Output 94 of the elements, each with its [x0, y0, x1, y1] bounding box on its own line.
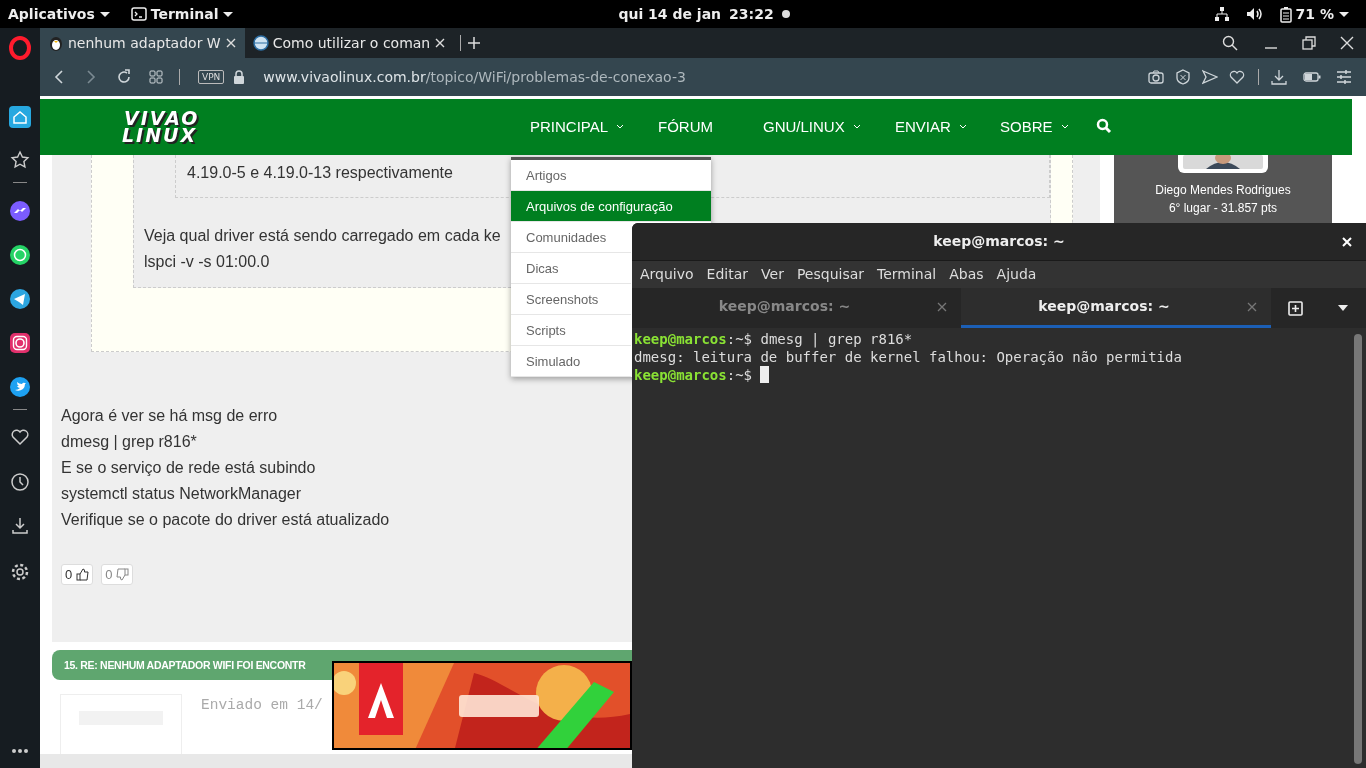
output-line: dmesg: leitura de buffer de kernel falhou: Operação não permitida	[634, 348, 1183, 366]
search-icon[interactable]	[1222, 35, 1238, 51]
quote-text: Veja qual driver está sendo carregado em cada ke	[144, 225, 501, 246]
post-date: Enviado em 14/	[201, 696, 323, 716]
clock[interactable]: qui 14 de jan 23:22	[618, 3, 850, 25]
reload-icon[interactable]	[116, 69, 132, 86]
terminal-tab[interactable]: keep@marcos: ~	[632, 288, 961, 328]
prompt-line: keep@marcos:~$ dmesg | grep r816*	[634, 330, 914, 348]
menu-item[interactable]: Pesquisar	[796, 264, 865, 285]
more-icon[interactable]	[11, 748, 29, 754]
window-title: keep@marcos: ~	[932, 232, 1066, 251]
menu-item[interactable]: Scripts	[511, 315, 631, 346]
menu-item[interactable]: Arquivos de configuração	[511, 191, 711, 222]
easy-setup-icon[interactable]	[1336, 69, 1352, 86]
dislike-button[interactable]: 0	[101, 563, 134, 585]
close-icon[interactable]	[434, 37, 447, 49]
penguin-icon	[48, 35, 64, 51]
prompt-line: keep@marcos:~$	[634, 366, 1352, 384]
menu-item[interactable]: Comunidades	[511, 222, 631, 253]
opera-logo-icon[interactable]	[9, 36, 31, 60]
terminal-icon	[130, 6, 147, 22]
post-text: E se o serviço de rede está subindo	[61, 457, 317, 478]
post-text: dmesg | grep r816*	[61, 431, 198, 452]
quote-text: 4.19.0-5 e 4.19.0-13 respectivamente	[187, 162, 453, 183]
heart-icon[interactable]	[10, 428, 30, 446]
forward-icon[interactable]	[86, 69, 96, 86]
menu-item[interactable]: Ajuda	[996, 264, 1037, 285]
bird-icon[interactable]	[10, 377, 30, 397]
post-text: Verifique se o pacote do driver está atualizado	[61, 509, 391, 530]
home-icon[interactable]	[9, 106, 31, 128]
user-name: Diego Mendes Rodrigues	[1155, 181, 1291, 199]
whatsapp-icon[interactable]	[10, 245, 30, 265]
quote-text: lspci -v -s 01:00.0	[144, 251, 270, 272]
globe-icon	[252, 35, 269, 51]
menu-item[interactable]: Ver	[761, 264, 784, 285]
nav-link[interactable]: SOBRE	[1000, 115, 1096, 139]
messenger-icon[interactable]	[10, 201, 30, 221]
menu-item[interactable]: Arquivo	[640, 264, 694, 285]
battery-indicator[interactable]: 71 %	[1279, 3, 1350, 25]
restore-icon[interactable]	[1302, 36, 1316, 50]
horizontal-scrollbar[interactable]	[40, 754, 632, 768]
caret-icon	[1338, 10, 1350, 18]
camera-icon[interactable]	[1148, 69, 1164, 86]
instagram-icon[interactable]	[10, 333, 30, 353]
heart-icon[interactable]	[1229, 69, 1245, 86]
star-icon[interactable]	[10, 150, 30, 170]
menu-item[interactable]: Screenshots	[511, 284, 631, 315]
nav-link[interactable]: ENVIAR	[895, 115, 1000, 139]
menu-item[interactable]: Terminal	[877, 264, 937, 285]
notification-dot-icon	[781, 10, 790, 18]
post-title: 15. RE: NENHUM ADAPTADOR WIFI FOI ENCONTR	[64, 657, 306, 673]
user-rank: 6° lugar - 31.857 pts	[1168, 199, 1278, 217]
battery-saver-icon[interactable]	[1303, 71, 1321, 84]
volume-icon[interactable]	[1245, 6, 1264, 22]
caret-icon	[98, 10, 111, 18]
browser-tab[interactable]: nenhum adaptador W	[40, 28, 245, 58]
menu-item[interactable]: Abas	[949, 264, 984, 285]
address-field[interactable]: www.vivaolinux.com.br/topico/WiFi/problemas-de-conexao-3	[263, 66, 686, 88]
terminal-tab[interactable]: keep@marcos: ~	[961, 288, 1271, 328]
menu-item[interactable]: Simulado	[511, 346, 631, 377]
menu-item[interactable]: Editar	[706, 264, 749, 285]
network-icon[interactable]	[1213, 6, 1230, 22]
clock-icon[interactable]	[10, 472, 30, 492]
post-text: systemctl status NetworkManager	[61, 483, 303, 504]
thumbs-down-icon	[116, 567, 130, 581]
like-button[interactable]: 0	[61, 563, 94, 585]
new-tab-icon[interactable]	[1287, 300, 1304, 316]
browser-tab[interactable]: Como utilizar o coman	[244, 28, 455, 58]
nav-link[interactable]: GNU/LINUX	[763, 115, 895, 139]
top-menu[interactable]: Aplicativos	[8, 3, 111, 25]
grid-icon[interactable]	[149, 70, 163, 85]
close-icon[interactable]	[224, 37, 237, 49]
new-tab-icon[interactable]	[467, 36, 482, 50]
settings-icon[interactable]	[10, 562, 30, 582]
nav-link[interactable]: PRINCIPAL	[530, 115, 658, 139]
site-logo[interactable]: VIVAO LINUX	[124, 109, 200, 144]
download-icon[interactable]	[10, 516, 30, 536]
lock-icon	[233, 70, 246, 85]
telegram-icon[interactable]	[10, 289, 30, 309]
caret-icon[interactable]	[1337, 304, 1350, 312]
shield-icon[interactable]	[1175, 69, 1191, 86]
vertical-scrollbar[interactable]	[1354, 334, 1362, 764]
vpn-badge[interactable]: VPN	[198, 70, 225, 85]
download-icon[interactable]	[1271, 69, 1287, 86]
post-text: Agora é ver se há msg de erro	[61, 405, 279, 426]
top-menu[interactable]: Terminal	[130, 3, 235, 25]
nav-link[interactable]: FÓRUM	[658, 115, 763, 139]
menu-item[interactable]: Dicas	[511, 253, 631, 284]
caret-icon	[222, 10, 235, 18]
back-icon[interactable]	[54, 69, 64, 86]
search-icon[interactable]	[1096, 117, 1112, 134]
thumbs-up-icon	[76, 567, 90, 581]
send-icon[interactable]	[1202, 69, 1218, 86]
battery-icon	[1279, 5, 1292, 23]
